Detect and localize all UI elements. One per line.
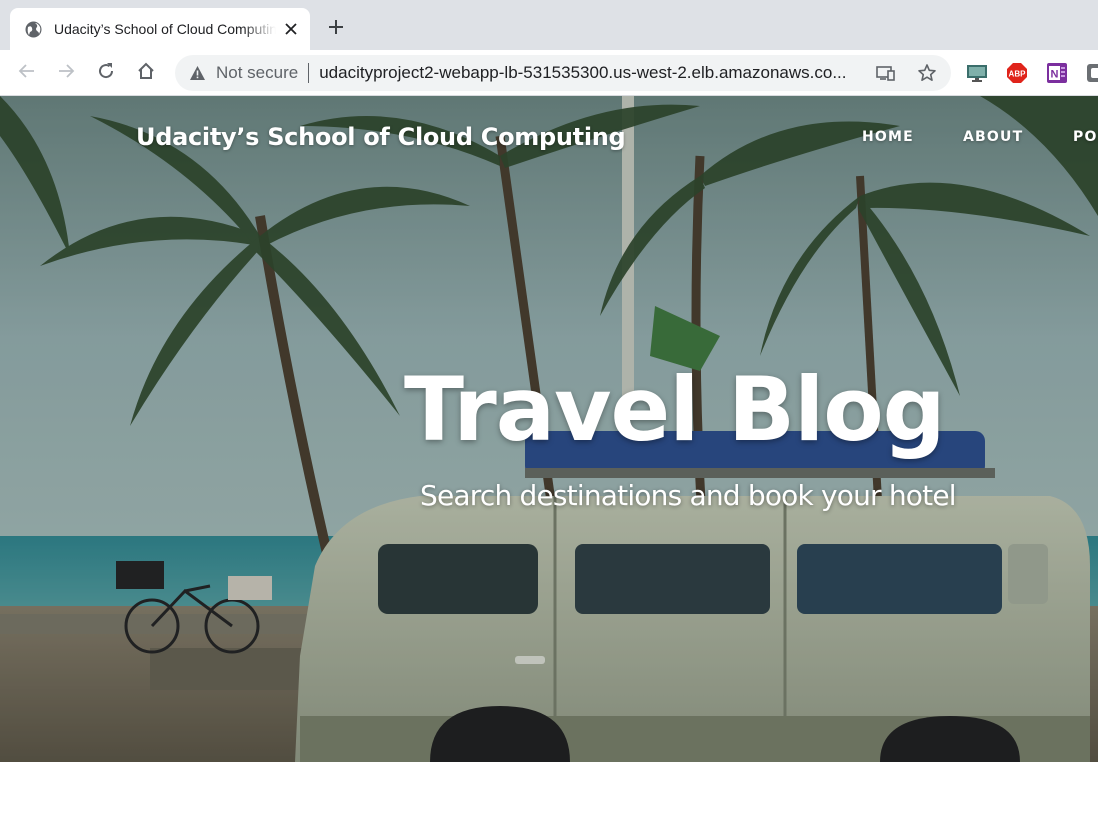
address-bar[interactable]: Not secure udacityproject2-webapp-lb-531…	[175, 55, 951, 91]
svg-text:ABP: ABP	[1009, 70, 1027, 79]
site-brand[interactable]: Udacity’s School of Cloud Computing	[136, 123, 626, 151]
onenote-icon[interactable]: N	[1046, 62, 1068, 84]
adblock-plus-icon[interactable]: ABP	[1006, 62, 1028, 84]
install-app-icon[interactable]	[875, 62, 897, 84]
hero-title: Travel Blog	[404, 358, 946, 461]
forward-arrow-icon	[57, 62, 75, 85]
home-button[interactable]	[131, 58, 161, 88]
hero-subtitle: Search destinations and book your hotel	[420, 479, 957, 512]
extension-icon[interactable]	[1086, 62, 1098, 84]
reload-icon	[96, 61, 116, 86]
forward-button[interactable]	[51, 58, 81, 88]
close-icon[interactable]	[282, 20, 300, 38]
omnibox-divider	[308, 63, 310, 83]
url-text[interactable]: udacityproject2-webapp-lb-531535300.us-w…	[319, 63, 859, 83]
tab-title: Udacity’s School of Cloud Computing	[54, 21, 276, 37]
nav-link-about[interactable]: ABOUT	[963, 129, 1023, 145]
back-button[interactable]	[12, 58, 42, 88]
svg-text:N: N	[1051, 69, 1059, 81]
nav-link-posts[interactable]: POSTS	[1073, 129, 1098, 145]
star-icon[interactable]	[916, 62, 938, 84]
monitor-icon[interactable]	[966, 62, 988, 84]
plus-icon	[328, 19, 344, 40]
globe-icon	[25, 21, 42, 38]
warning-icon[interactable]	[189, 65, 206, 82]
browser-tab[interactable]: Udacity’s School of Cloud Computing	[10, 8, 310, 50]
security-status-label[interactable]: Not secure	[216, 63, 298, 83]
browser-toolbar: Not secure udacityproject2-webapp-lb-531…	[0, 50, 1098, 96]
hero-header: Udacity’s School of Cloud Computing HOME…	[0, 96, 1098, 762]
reload-button[interactable]	[91, 58, 121, 88]
page-viewport: Udacity’s School of Cloud Computing HOME…	[0, 96, 1098, 833]
tab-strip: Udacity’s School of Cloud Computing	[0, 0, 1098, 50]
home-icon	[136, 61, 156, 86]
back-arrow-icon	[18, 62, 36, 85]
nav-link-home[interactable]: HOME	[862, 129, 914, 145]
new-tab-button[interactable]	[322, 15, 350, 43]
